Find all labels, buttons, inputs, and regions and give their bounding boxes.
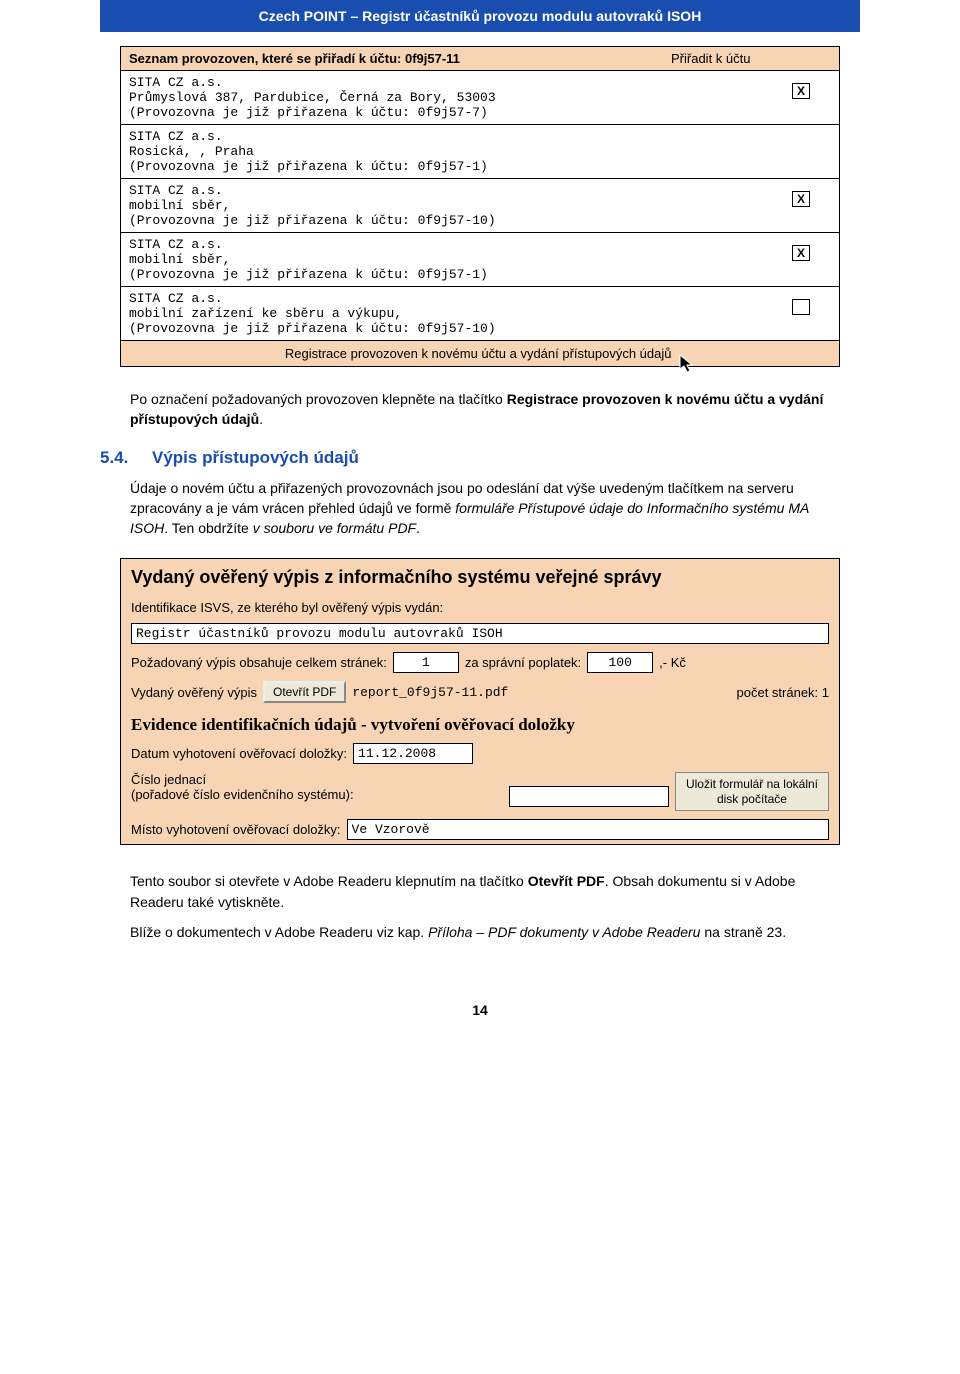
fee-suffix: ,- Kč — [659, 655, 686, 670]
row-address: mobilní zařízení ke sběru a výkupu, — [129, 306, 771, 321]
section-heading: 5.4.Výpis přístupových údajů — [100, 448, 830, 468]
table-row: SITA CZ a.s. Rosická, , Praha (Provozovn… — [121, 125, 839, 179]
row-company: SITA CZ a.s. — [129, 291, 771, 306]
pages-label: Požadovaný výpis obsahuje celkem stránek… — [131, 655, 387, 670]
table-row: SITA CZ a.s. mobilní sběr, (Provozovna j… — [121, 233, 839, 287]
row-note: (Provozovna je již přiřazena k účtu: 0f9… — [129, 213, 771, 228]
form-header: Vydaný ověřený výpis z informačního syst… — [121, 559, 839, 596]
cj-label-2: (pořadové číslo evidenčního systému): — [131, 787, 503, 802]
pages-input[interactable] — [393, 652, 459, 673]
row-address: mobilní sběr, — [129, 198, 771, 213]
ident-input[interactable] — [131, 623, 829, 644]
table-row: SITA CZ a.s. Průmyslová 387, Pardubice, … — [121, 71, 839, 125]
issued-label: Vydaný ověřený výpis — [131, 685, 257, 700]
fee-label: za správní poplatek: — [465, 655, 581, 670]
fee-input[interactable] — [587, 652, 653, 673]
paragraph: Údaje o novém účtu a přiřazených provozo… — [130, 478, 830, 539]
page-number: 14 — [40, 1002, 920, 1018]
date-input[interactable] — [353, 743, 473, 764]
form-subheader: Evidence identifikačních údajů - vytvoře… — [121, 707, 839, 739]
ident-label: Identifikace ISVS, ze kterého byl ověřen… — [131, 600, 443, 615]
row-note: (Provozovna je již přiřazena k účtu: 0f9… — [129, 159, 771, 174]
table-row: SITA CZ a.s. mobilní zařízení ke sběru a… — [121, 287, 839, 341]
cj-label-1: Číslo jednací — [131, 772, 503, 787]
paragraph: Tento soubor si otevřete v Adobe Readeru… — [130, 871, 830, 912]
row-note: (Provozovna je již přiřazena k účtu: 0f9… — [129, 267, 771, 282]
row-address: mobilní sběr, — [129, 252, 771, 267]
row-company: SITA CZ a.s. — [129, 75, 771, 90]
assign-checkbox[interactable] — [792, 299, 810, 315]
paragraph: Blíže o dokumentech v Adobe Readeru viz … — [130, 922, 830, 942]
row-company: SITA CZ a.s. — [129, 129, 771, 144]
assign-checkbox[interactable]: X — [792, 83, 810, 99]
save-local-button[interactable]: Uložit formulář na lokální disk počítače — [675, 772, 829, 811]
place-label: Místo vyhotovení ověřovací doložky: — [131, 822, 341, 837]
vypis-form: Vydaný ověřený výpis z informačního syst… — [120, 558, 840, 845]
place-input[interactable] — [347, 819, 829, 840]
table-row: SITA CZ a.s. mobilní sběr, (Provozovna j… — [121, 179, 839, 233]
assign-checkbox[interactable]: X — [792, 245, 810, 261]
page-header: Czech POINT – Registr účastníků provozu … — [100, 0, 860, 32]
pdf-filename: report_0f9j57-11.pdf — [352, 685, 508, 700]
open-pdf-button[interactable]: Otevřít PDF — [263, 681, 346, 703]
row-company: SITA CZ a.s. — [129, 183, 771, 198]
table-footer-button[interactable]: Registrace provozoven k novému účtu a vy… — [121, 341, 839, 366]
cj-input[interactable] — [509, 786, 669, 807]
row-address: Rosická, , Praha — [129, 144, 771, 159]
provozovny-table: Seznam provozoven, které se přiřadí k úč… — [120, 46, 840, 367]
row-note: (Provozovna je již přiřazena k účtu: 0f9… — [129, 321, 771, 336]
row-address: Průmyslová 387, Pardubice, Černá za Bory… — [129, 90, 771, 105]
date-label: Datum vyhotovení ověřovací doložky: — [131, 746, 347, 761]
row-company: SITA CZ a.s. — [129, 237, 771, 252]
paragraph: Po označení požadovaných provozoven klep… — [130, 389, 830, 430]
row-note: (Provozovna je již přiřazena k účtu: 0f9… — [129, 105, 771, 120]
table-title: Seznam provozoven, které se přiřadí k úč… — [129, 51, 671, 66]
pages-count-label: počet stránek: 1 — [737, 685, 830, 700]
table-col-assign: Přiřadit k účtu — [671, 51, 831, 66]
assign-checkbox[interactable]: X — [792, 191, 810, 207]
